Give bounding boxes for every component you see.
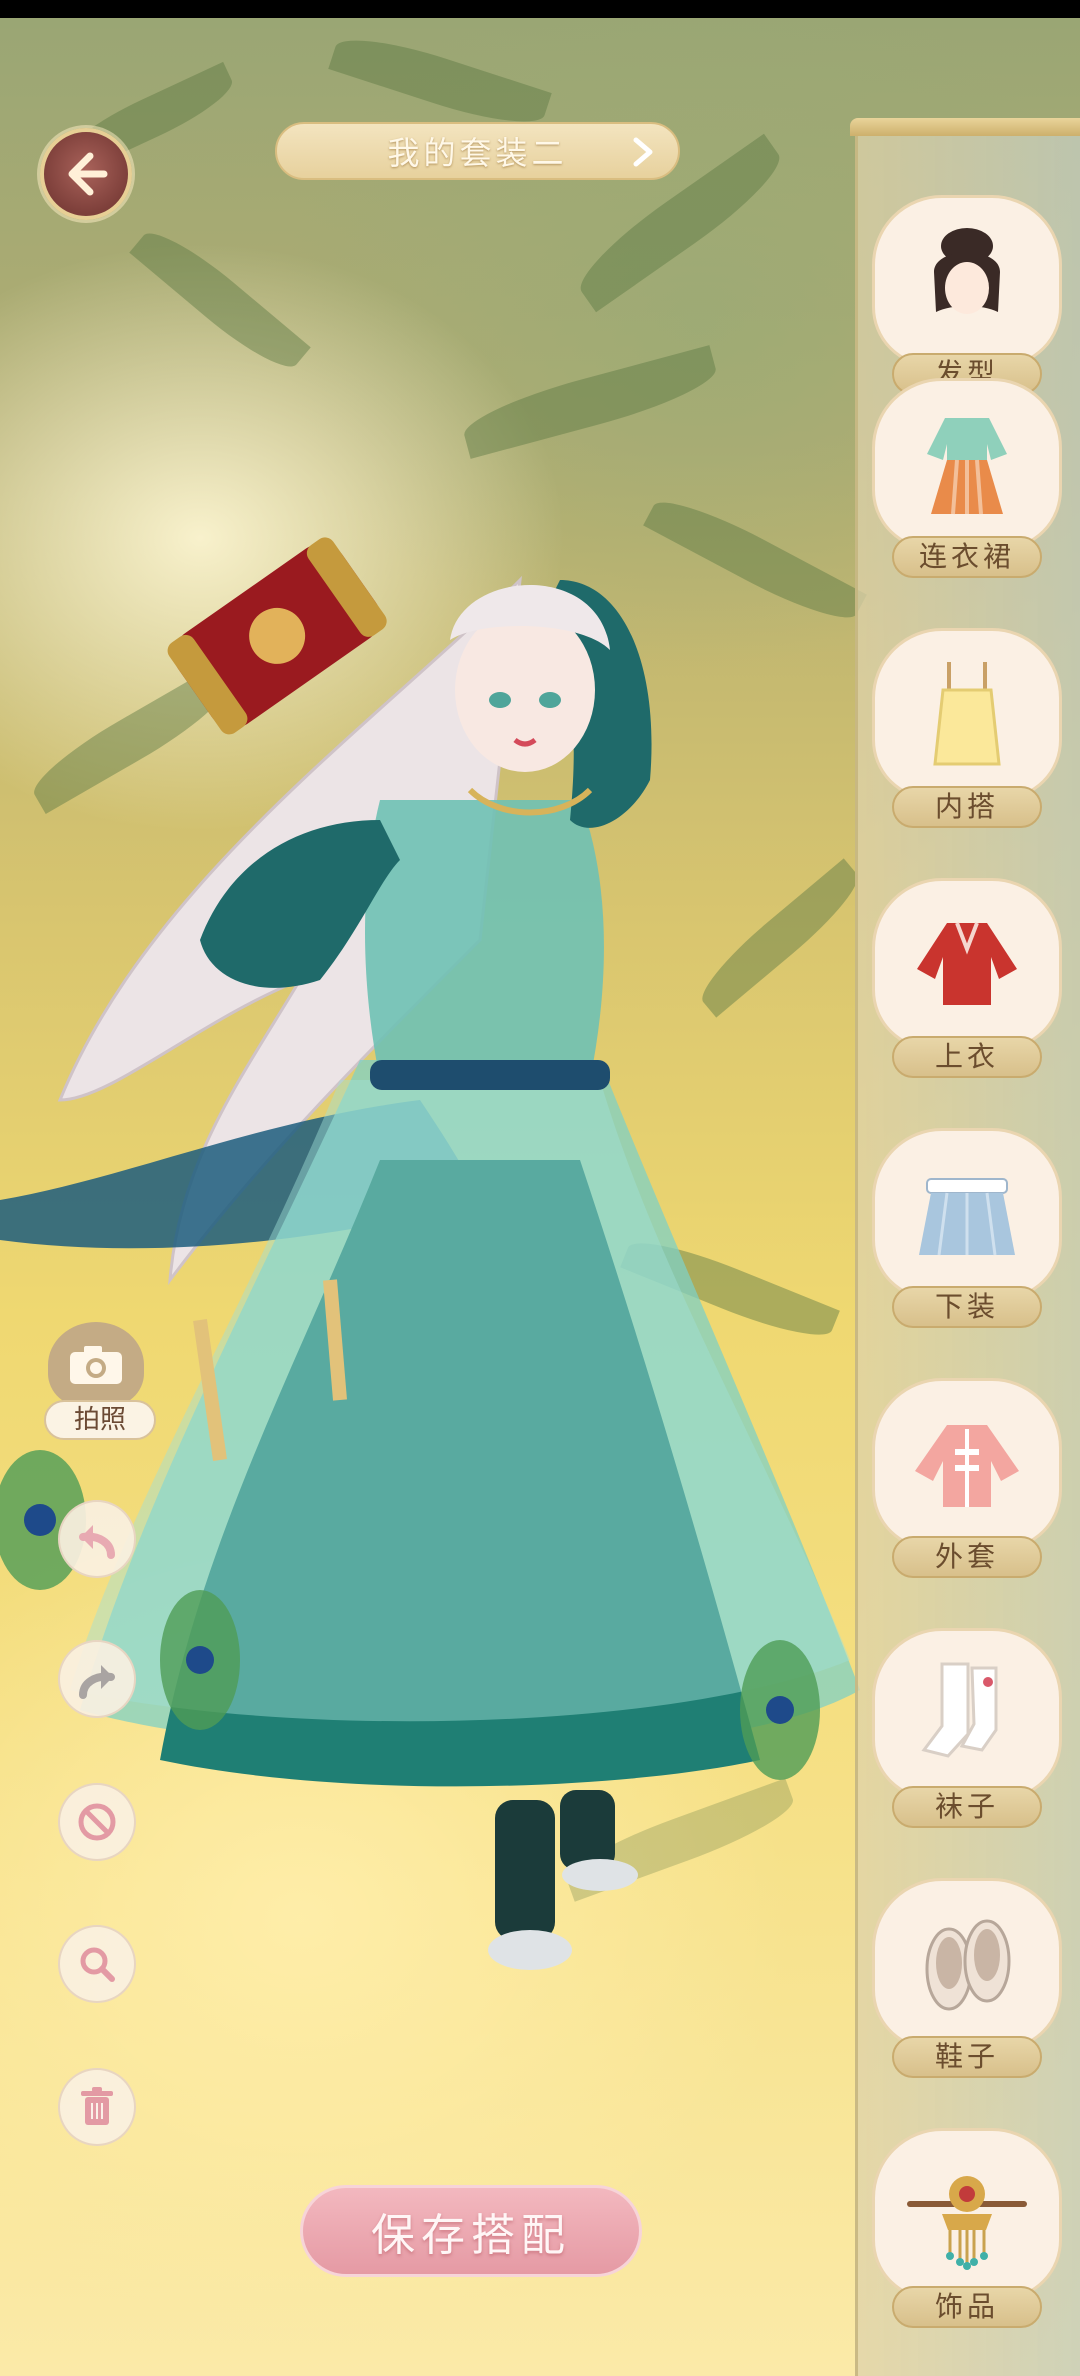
category-card xyxy=(872,1628,1062,1800)
category-card xyxy=(872,378,1062,550)
trash-icon xyxy=(81,2087,113,2125)
category-socks[interactable]: 袜子 xyxy=(872,1628,1062,1838)
category-label: 内搭 xyxy=(892,786,1042,828)
bamboo-leaf xyxy=(328,25,552,137)
undo-icon xyxy=(79,1525,115,1559)
category-panel-top-rail xyxy=(850,118,1080,136)
jacket-top-icon xyxy=(917,922,1017,1005)
category-label: 外套 xyxy=(892,1536,1042,1578)
clear-outfit-button[interactable] xyxy=(58,1783,136,1861)
inner-top-icon xyxy=(933,662,1001,766)
outfit-name-selector[interactable]: 我的套装二 xyxy=(275,122,680,180)
camera-label: 拍照 xyxy=(44,1400,156,1440)
category-dress[interactable]: 连衣裙 xyxy=(872,378,1062,588)
zoom-button[interactable] xyxy=(58,1925,136,2003)
category-card xyxy=(872,1128,1062,1300)
category-card xyxy=(872,628,1062,800)
category-label: 袜子 xyxy=(892,1786,1042,1828)
chevron-right-icon xyxy=(633,137,653,167)
camera-button[interactable] xyxy=(48,1322,144,1408)
shoes-icon xyxy=(925,1919,1011,2011)
back-arrow-icon xyxy=(68,152,108,196)
category-label: 下装 xyxy=(892,1286,1042,1328)
category-coat[interactable]: 外套 xyxy=(872,1378,1062,1588)
category-card xyxy=(872,2128,1062,2300)
magnifier-icon xyxy=(80,1947,115,1982)
category-card xyxy=(872,1878,1062,2050)
category-hairstyle[interactable]: 发型 xyxy=(872,195,1062,405)
category-accessory[interactable]: 饰品 xyxy=(872,2128,1062,2338)
redo-icon xyxy=(79,1665,115,1699)
camera-icon xyxy=(70,1346,122,1384)
dress-icon xyxy=(927,418,1007,515)
outfit-name: 我的套装二 xyxy=(387,134,568,172)
bamboo-leaf xyxy=(129,218,311,382)
redo-button[interactable] xyxy=(58,1640,136,1718)
prohibit-icon xyxy=(78,1803,116,1841)
status-bar xyxy=(0,0,1080,18)
accessory-icon xyxy=(907,2176,1027,2270)
category-shoes[interactable]: 鞋子 xyxy=(872,1878,1062,2088)
socks-icon xyxy=(921,1662,998,1758)
save-outfit-button[interactable]: 保存搭配 xyxy=(300,2185,642,2277)
category-card xyxy=(872,1378,1062,1550)
hairstyle-icon xyxy=(934,228,1000,314)
category-skirt[interactable]: 下装 xyxy=(872,1128,1062,1338)
undo-button[interactable] xyxy=(58,1500,136,1578)
category-card xyxy=(872,878,1062,1050)
skirt-icon xyxy=(919,1178,1015,1256)
category-jacket-top[interactable]: 上衣 xyxy=(872,878,1062,1088)
category-label: 连衣裙 xyxy=(892,536,1042,578)
character-illustration xyxy=(0,537,860,1970)
delete-button[interactable] xyxy=(58,2068,136,2146)
category-inner-top[interactable]: 内搭 xyxy=(872,628,1062,838)
category-card xyxy=(872,195,1062,367)
bamboo-leaf xyxy=(458,345,722,459)
category-label: 鞋子 xyxy=(892,2036,1042,2078)
back-button[interactable] xyxy=(40,128,132,220)
category-label: 上衣 xyxy=(892,1036,1042,1078)
coat-icon xyxy=(915,1425,1019,1507)
category-label: 饰品 xyxy=(892,2286,1042,2328)
